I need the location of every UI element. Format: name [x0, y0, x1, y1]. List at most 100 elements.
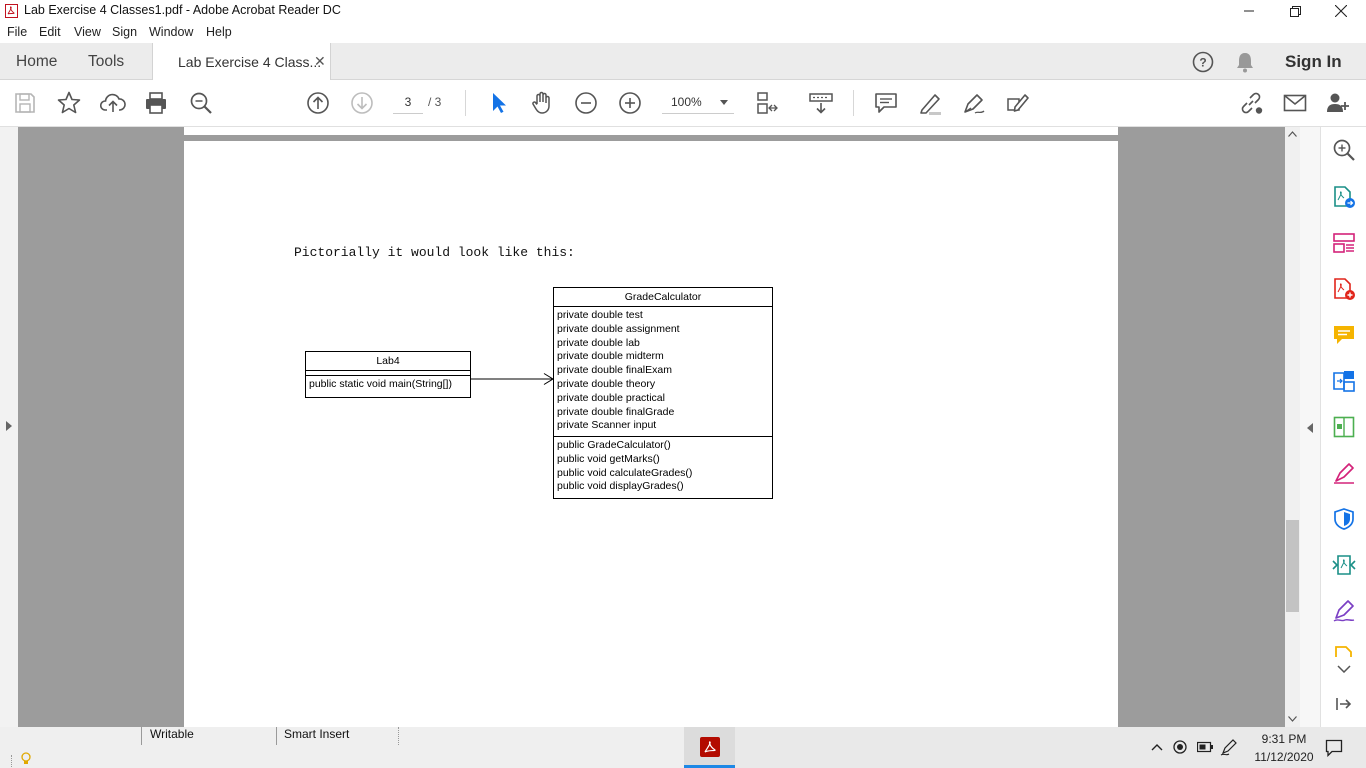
- fill-sign-icon[interactable]: [1005, 90, 1031, 116]
- next-page-icon[interactable]: [349, 90, 375, 116]
- uml-method: public void calculateGrades(): [557, 466, 693, 479]
- fill-and-sign-icon[interactable]: [1332, 461, 1356, 485]
- close-window-button[interactable]: [1318, 0, 1364, 22]
- uml-field: private double test: [557, 309, 643, 321]
- zoom-out-icon[interactable]: [573, 90, 599, 116]
- sign-in-button[interactable]: Sign In: [1285, 52, 1342, 72]
- clock-date: 11/12/2020: [1254, 750, 1314, 764]
- previous-page-icon[interactable]: [305, 90, 331, 116]
- page-fit-icon[interactable]: [755, 90, 781, 116]
- tab-tools[interactable]: Tools: [88, 43, 124, 80]
- tab-document-label: Lab Exercise 4 Class...: [178, 54, 322, 70]
- search-tools-icon[interactable]: [1332, 138, 1356, 162]
- cloud-upload-icon[interactable]: [100, 90, 126, 116]
- highlight-pen-icon[interactable]: [917, 90, 943, 116]
- action-center-icon[interactable]: [1325, 739, 1343, 757]
- add-user-icon[interactable]: [1325, 90, 1351, 116]
- tab-document[interactable]: Lab Exercise 4 Class... ✕: [152, 43, 331, 81]
- record-indicator-icon[interactable]: [1173, 740, 1187, 754]
- minimize-icon: [1244, 10, 1254, 12]
- pen-ink-icon[interactable]: [1220, 738, 1238, 756]
- request-signature-icon[interactable]: [1332, 599, 1356, 623]
- scrollbar-thumb[interactable]: [1286, 520, 1299, 612]
- email-icon[interactable]: [1282, 90, 1308, 116]
- clock-time: 9:31 PM: [1261, 732, 1307, 746]
- uml-class-gradecalculator: GradeCalculator private double test priv…: [553, 287, 773, 499]
- window-title: Lab Exercise 4 Classes1.pdf - Adobe Acro…: [24, 3, 341, 17]
- uml-field: private double finalExam: [557, 364, 672, 377]
- acrobat-taskbar-icon: [700, 737, 720, 757]
- right-panel-collapse[interactable]: [1300, 127, 1320, 727]
- protect-shield-icon[interactable]: [1332, 507, 1356, 531]
- menu-bar: File Edit View Sign Window Help: [0, 22, 1366, 43]
- tab-bar: Home Tools Lab Exercise 4 Class... ✕ ? S…: [0, 43, 1366, 81]
- notifications-bell-icon[interactable]: [1235, 51, 1255, 73]
- vertical-scrollbar[interactable]: [1285, 127, 1300, 727]
- hand-tool-icon[interactable]: [529, 90, 555, 116]
- scroll-up-icon[interactable]: [1288, 131, 1297, 137]
- uml-method: public GradeCalculator(): [557, 439, 671, 451]
- title-bar: Lab Exercise 4 Classes1.pdf - Adobe Acro…: [0, 0, 1366, 22]
- select-cursor-icon[interactable]: [486, 90, 512, 116]
- minimize-button[interactable]: [1226, 0, 1272, 22]
- status-bar: Writable Smart Insert: [0, 727, 684, 768]
- draw-pen-icon[interactable]: [961, 90, 987, 116]
- bookmark-star-icon[interactable]: [56, 90, 82, 116]
- zoom-level-value: 100%: [671, 95, 702, 109]
- lightbulb-icon[interactable]: [20, 752, 32, 766]
- acrobat-app-icon: [5, 4, 18, 18]
- close-tab-icon[interactable]: ✕: [314, 53, 326, 70]
- restore-button[interactable]: [1272, 0, 1318, 22]
- share-link-icon[interactable]: [1238, 90, 1264, 116]
- more-tools-chevron-icon[interactable]: [1337, 665, 1351, 673]
- uml-class-lab4-method: public static void main(String[]): [309, 378, 452, 390]
- tab-home[interactable]: Home: [16, 43, 57, 80]
- document-intro-text: Pictorially it would look like this:: [294, 245, 575, 260]
- right-tools-panel: [1320, 127, 1366, 727]
- uml-field: private double finalGrade: [557, 405, 675, 418]
- export-pdf-icon[interactable]: [1332, 185, 1356, 209]
- create-pdf-icon[interactable]: [1332, 277, 1356, 301]
- uml-field: private Scanner input: [557, 419, 657, 432]
- save-icon[interactable]: [12, 90, 38, 116]
- show-hidden-icons-chevron-icon[interactable]: [1151, 743, 1163, 751]
- help-icon[interactable]: ?: [1192, 51, 1214, 73]
- zoom-in-icon[interactable]: [617, 90, 643, 116]
- taskbar-clock[interactable]: 9:31 PM 11/12/2020: [1252, 730, 1316, 766]
- left-panel-toggle[interactable]: [0, 127, 18, 727]
- uml-field: private double practical: [557, 391, 665, 404]
- combine-files-icon[interactable]: [1332, 369, 1356, 393]
- taskbar-acrobat-button[interactable]: [684, 727, 735, 768]
- previous-page-bottom: [184, 127, 1118, 135]
- zoom-dropdown-icon: [720, 100, 728, 105]
- menu-sign[interactable]: Sign: [112, 25, 137, 39]
- comment-icon[interactable]: [873, 90, 899, 116]
- page-number-input[interactable]: 3: [393, 90, 423, 114]
- status-divider: [141, 727, 142, 745]
- menu-help[interactable]: Help: [206, 25, 232, 39]
- uml-class-gradecalculator-fields: private double test private double assig…: [554, 307, 772, 436]
- organize-pages-icon[interactable]: [1332, 231, 1356, 255]
- menu-file[interactable]: File: [7, 25, 27, 39]
- menu-view[interactable]: View: [74, 25, 101, 39]
- scroll-mode-icon[interactable]: [808, 90, 834, 116]
- uml-method: public void displayGrades(): [557, 480, 684, 493]
- uml-field: private double assignment: [557, 322, 680, 335]
- edit-pdf-icon[interactable]: [1332, 415, 1356, 439]
- battery-icon[interactable]: [1197, 741, 1213, 753]
- close-icon: [1335, 5, 1347, 17]
- uml-field: private double theory: [557, 377, 656, 390]
- uml-field: private double midterm: [557, 350, 664, 363]
- send-for-review-icon[interactable]: [1332, 553, 1356, 577]
- collapse-right-panel-icon: [1307, 423, 1313, 433]
- scroll-down-icon[interactable]: [1288, 716, 1297, 722]
- more-tools-partial-icon[interactable]: [1332, 645, 1356, 657]
- status-divider: [398, 727, 399, 745]
- menu-edit[interactable]: Edit: [39, 25, 61, 39]
- collapse-panel-icon[interactable]: [1336, 697, 1352, 711]
- print-icon[interactable]: [143, 90, 169, 116]
- comment-tool-icon[interactable]: [1332, 323, 1356, 347]
- zoom-level-select[interactable]: 100%: [662, 90, 734, 114]
- menu-window[interactable]: Window: [149, 25, 193, 39]
- zoom-search-icon[interactable]: [188, 90, 214, 116]
